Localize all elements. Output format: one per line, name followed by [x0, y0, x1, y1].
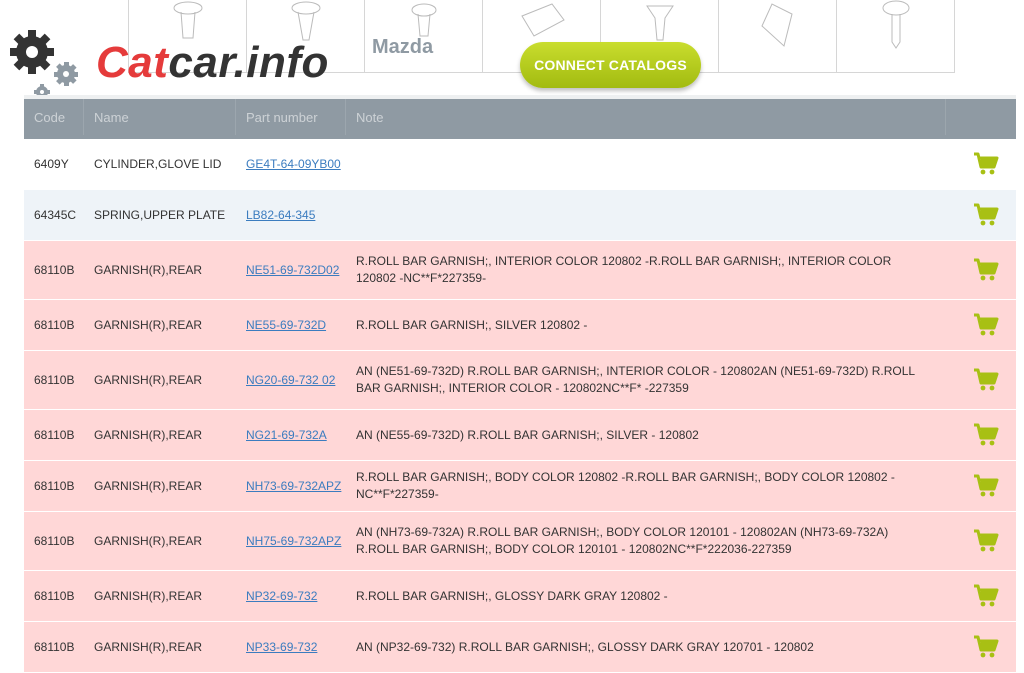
shopping-cart-icon[interactable]: [973, 313, 999, 337]
table-body: 6409Y CYLINDER,GLOVE LID GE4T-64-09YB00 643…: [24, 139, 1016, 673]
part-number-link[interactable]: NP32-69-732: [246, 589, 317, 603]
part-number-cell: NH75-69-732APZ: [236, 534, 346, 548]
column-header-note: Note: [346, 99, 946, 135]
cart-cell: [946, 152, 1016, 176]
code-cell: 68110B: [34, 534, 75, 548]
column-header-name: Name: [84, 99, 236, 135]
site-header: Catcar.info Mazda CONNECT CATALOGS: [0, 0, 1024, 105]
column-header-part-number: Part number: [236, 99, 346, 135]
part-number-cell: NP33-69-732: [236, 640, 346, 654]
code-cell: 68110B: [34, 318, 75, 332]
connect-catalogs-button[interactable]: CONNECT CATALOGS: [520, 42, 701, 88]
code-cell: 6409Y: [34, 157, 69, 171]
part-number-link[interactable]: NG20-69-732 02: [246, 373, 335, 387]
name-cell: GARNISH(R),REAR: [94, 589, 203, 603]
site-logo[interactable]: Catcar.info: [4, 26, 328, 106]
part-number-link[interactable]: NG21-69-732A: [246, 428, 327, 442]
name-cell: SPRING,UPPER PLATE: [94, 208, 226, 222]
part-illustration: [837, 0, 955, 72]
logo-text-cat: Cat: [96, 38, 169, 87]
part-number-cell: NE51-69-732D02: [236, 263, 346, 277]
shopping-cart-icon[interactable]: [973, 152, 999, 176]
part-number-cell: NE55-69-732D: [236, 318, 346, 332]
cart-cell: [946, 203, 1016, 227]
table-row: 64345C SPRING,UPPER PLATE LB82-64-345: [24, 190, 1016, 241]
table-row: 68110B GARNISH(R),REAR NH75-69-732APZ AN (N…: [24, 512, 1016, 571]
table-row: 68110B GARNISH(R),REAR NG21-69-732A AN (NE5…: [24, 410, 1016, 461]
name-cell: GARNISH(R),REAR: [94, 479, 203, 493]
part-number-link[interactable]: NH75-69-732APZ: [246, 534, 341, 548]
table-header: Code Name Part number Note: [24, 95, 1016, 139]
part-number-link[interactable]: NH73-69-732APZ: [246, 479, 341, 493]
screw-icon: [882, 0, 909, 49]
shopping-cart-icon[interactable]: [973, 474, 999, 498]
code-cell: 68110B: [34, 263, 75, 277]
column-header-code: Code: [24, 99, 84, 135]
parts-table: Code Name Part number Note 6409Y CYLINDER…: [24, 95, 1016, 673]
shopping-cart-icon[interactable]: [973, 203, 999, 227]
code-cell: 68110B: [34, 589, 75, 603]
cart-cell: [946, 635, 1016, 659]
code-cell: 68110B: [34, 640, 75, 654]
table-row: 68110B GARNISH(R),REAR NP33-69-732 AN (NP32…: [24, 622, 1016, 673]
name-cell: CYLINDER,GLOVE LID: [94, 157, 222, 171]
table-row: 68110B GARNISH(R),REAR NE51-69-732D02 R.ROL…: [24, 241, 1016, 300]
code-cell: 64345C: [34, 208, 77, 222]
note-cell: R.ROLL BAR GARNISH;, GLOSSY DARK GRAY 12…: [356, 588, 668, 603]
part-number-cell: NP32-69-732: [236, 589, 346, 603]
part-number-link[interactable]: NP33-69-732: [246, 640, 317, 654]
brand-label: Mazda: [372, 36, 434, 58]
note-cell: AN (NE51-69-732D) R.ROLL BAR GARNISH;, I…: [356, 364, 915, 395]
cart-cell: [946, 313, 1016, 337]
shopping-cart-icon[interactable]: [973, 258, 999, 282]
gears-icon: [10, 30, 78, 100]
note-cell: AN (NH73-69-732A) R.ROLL BAR GARNISH;, B…: [356, 525, 889, 556]
part-number-link[interactable]: NE55-69-732D: [246, 318, 326, 332]
code-cell: 68110B: [34, 373, 75, 387]
logo-text-carinfo: car.info: [168, 38, 329, 87]
cart-cell: [946, 474, 1016, 498]
name-cell: GARNISH(R),REAR: [94, 373, 203, 387]
note-cell: R.ROLL BAR GARNISH;, INTERIOR COLOR 1208…: [356, 254, 892, 285]
cart-cell: [946, 423, 1016, 447]
name-cell: GARNISH(R),REAR: [94, 263, 203, 277]
shopping-cart-icon[interactable]: [973, 635, 999, 659]
name-cell: GARNISH(R),REAR: [94, 428, 203, 442]
name-cell: GARNISH(R),REAR: [94, 640, 203, 654]
table-row: 68110B GARNISH(R),REAR NG20-69-732 02 AN (N…: [24, 351, 1016, 410]
shopping-cart-icon[interactable]: [973, 529, 999, 553]
table-row: 68110B GARNISH(R),REAR NH73-69-732APZ R.ROL…: [24, 461, 1016, 512]
column-header-cart: [946, 99, 1016, 135]
note-cell: AN (NP32-69-732) R.ROLL BAR GARNISH;, GL…: [356, 639, 814, 654]
part-number-link[interactable]: LB82-64-345: [246, 208, 315, 222]
name-cell: GARNISH(R),REAR: [94, 534, 203, 548]
shopping-cart-icon[interactable]: [973, 368, 999, 392]
part-number-cell: LB82-64-345: [236, 208, 346, 222]
part-number-cell: NH73-69-732APZ: [236, 479, 346, 493]
shopping-cart-icon[interactable]: [973, 423, 999, 447]
clamp-icon: [760, 3, 793, 47]
note-cell: R.ROLL BAR GARNISH;, BODY COLOR 120802 -…: [356, 470, 895, 501]
table-row: 6409Y CYLINDER,GLOVE LID GE4T-64-09YB00: [24, 139, 1016, 190]
shopping-cart-icon[interactable]: [973, 584, 999, 608]
name-cell: GARNISH(R),REAR: [94, 318, 203, 332]
part-number-cell: GE4T-64-09YB00: [236, 157, 346, 171]
code-cell: 68110B: [34, 479, 75, 493]
cart-cell: [946, 584, 1016, 608]
part-number-link[interactable]: GE4T-64-09YB00: [246, 157, 341, 171]
cart-cell: [946, 529, 1016, 553]
part-number-cell: NG20-69-732 02: [236, 373, 346, 387]
cart-cell: [946, 368, 1016, 392]
part-number-cell: NG21-69-732A: [236, 428, 346, 442]
note-cell: R.ROLL BAR GARNISH;, SILVER 120802 -: [356, 317, 588, 332]
note-cell: AN (NE55-69-732D) R.ROLL BAR GARNISH;, S…: [356, 427, 699, 442]
part-illustration: [719, 0, 837, 72]
part-number-link[interactable]: NE51-69-732D02: [246, 263, 339, 277]
cart-cell: [946, 258, 1016, 282]
logo-text: Catcar.info: [96, 38, 329, 88]
table-row: 68110B GARNISH(R),REAR NE55-69-732D R.ROLL …: [24, 300, 1016, 351]
table-row: 68110B GARNISH(R),REAR NP32-69-732 R.ROLL B…: [24, 571, 1016, 622]
code-cell: 68110B: [34, 428, 75, 442]
